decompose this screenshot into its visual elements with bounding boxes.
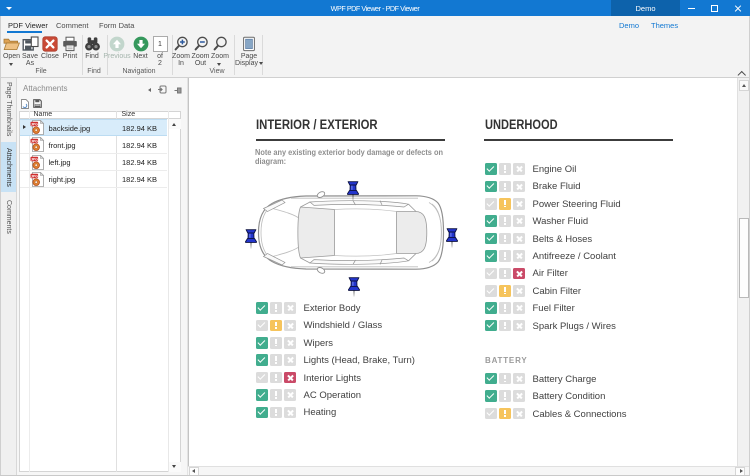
svg-text:JPG: JPG xyxy=(30,157,37,161)
svg-text:JPG: JPG xyxy=(30,122,37,126)
svg-text:JPG: JPG xyxy=(30,174,37,178)
svg-text:JPG: JPG xyxy=(30,140,37,144)
